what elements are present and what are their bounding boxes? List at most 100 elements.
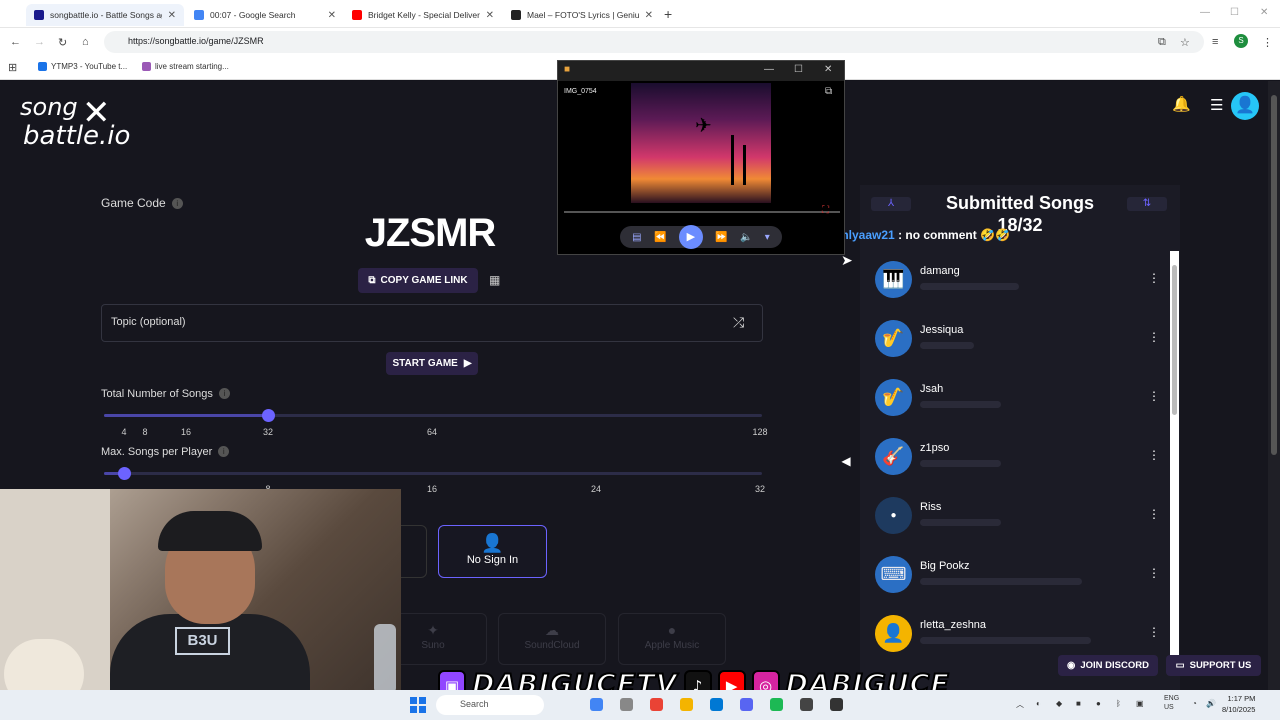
fullscreen-icon[interactable]: ⛶ bbox=[822, 205, 829, 216]
info-icon[interactable]: i bbox=[218, 446, 230, 457]
page-scrollbar[interactable] bbox=[1268, 81, 1280, 690]
total-songs-slider[interactable] bbox=[104, 409, 762, 422]
more-options-icon[interactable]: ⋮ bbox=[1148, 330, 1160, 344]
qr-code-icon[interactable]: ▦ bbox=[489, 273, 503, 287]
window-close-icon[interactable]: ✕ bbox=[1260, 7, 1268, 18]
close-icon[interactable]: ✕ bbox=[824, 64, 832, 75]
url-input[interactable]: https://songbattle.io/game/JZSMR bbox=[104, 31, 1204, 53]
tray-app-icon[interactable]: ■ bbox=[1076, 699, 1081, 708]
speaker-icon[interactable]: 🔊 bbox=[1206, 699, 1216, 708]
bookmark-star-icon[interactable]: ☆ bbox=[1180, 36, 1190, 49]
player-row[interactable]: ⌨ Big Pookz ⋮ bbox=[864, 542, 1168, 593]
info-icon[interactable]: i bbox=[218, 388, 230, 399]
join-discord-button[interactable]: ◉ JOIN DISCORD bbox=[1058, 655, 1158, 676]
new-tab-button[interactable]: + bbox=[664, 6, 672, 22]
info-icon[interactable]: i bbox=[171, 198, 183, 209]
service-soundcloud[interactable]: ☁ SoundCloud bbox=[498, 613, 606, 665]
language-indicator[interactable]: ENG US bbox=[1164, 694, 1179, 712]
app-icon[interactable] bbox=[650, 698, 663, 711]
player-row[interactable]: ● Riss ⋮ bbox=[864, 483, 1168, 534]
user-avatar-icon[interactable]: 👤 bbox=[1231, 92, 1259, 120]
more-options-icon[interactable]: ⋮ bbox=[1148, 507, 1160, 521]
tab-google-search[interactable]: 00:07 - Google Search ✕ bbox=[186, 4, 344, 26]
more-options-icon[interactable]: ⋮ bbox=[1148, 389, 1160, 403]
volume-icon[interactable]: 🔈 bbox=[740, 232, 752, 243]
system-clock[interactable]: 1:17 PM 8/10/2025 bbox=[1222, 693, 1255, 715]
media-player-titlebar[interactable]: ■ — ☐ ✕ bbox=[558, 61, 844, 81]
maximize-icon[interactable]: ☐ bbox=[1230, 7, 1239, 18]
edge-icon[interactable] bbox=[710, 698, 723, 711]
bookmark-ytmp3[interactable]: YTMP3 - YouTube t... bbox=[38, 62, 127, 71]
tray-app-icon[interactable]: ◆ bbox=[1056, 699, 1062, 708]
reload-icon[interactable]: ↻ bbox=[58, 36, 67, 49]
slider-handle[interactable] bbox=[262, 409, 275, 422]
tab-genius[interactable]: Mael – FOTO'S Lyrics | Genius L ✕ bbox=[503, 4, 661, 26]
tray-chevron-icon[interactable]: ︿ bbox=[1016, 699, 1024, 710]
app-icon[interactable] bbox=[830, 698, 843, 711]
close-icon[interactable]: ✕ bbox=[168, 10, 176, 21]
maximize-icon[interactable]: ☐ bbox=[794, 64, 803, 75]
tab-youtube[interactable]: Bridget Kelly - Special Delivery ✕ bbox=[344, 4, 502, 26]
no-sign-in-option[interactable]: 👤 No Sign In bbox=[438, 525, 547, 578]
forward-icon[interactable]: → bbox=[34, 36, 45, 48]
back-icon[interactable]: ← bbox=[10, 36, 21, 48]
minimize-icon[interactable]: — bbox=[764, 64, 774, 75]
menu-dots-icon[interactable]: ⋮ bbox=[1262, 36, 1273, 49]
close-icon[interactable]: ✕ bbox=[486, 10, 494, 21]
close-icon[interactable]: ✕ bbox=[328, 10, 336, 21]
chevron-down-icon[interactable]: ▾ bbox=[765, 232, 770, 243]
playlist-icon[interactable]: ▤ bbox=[632, 232, 641, 243]
tab-songbattle[interactable]: songbattle.io - Battle Songs ag ✕ bbox=[26, 4, 184, 26]
playlist-icon[interactable]: ≡ bbox=[1212, 36, 1218, 48]
player-row[interactable]: 🎷 Jsah ⋮ bbox=[864, 365, 1168, 416]
scrollbar-thumb[interactable] bbox=[1271, 95, 1277, 455]
media-player-window[interactable]: ■ — ☐ ✕ IMG_0754 ⧉ ✈ ⛶ ▤ ⏪ ▶ ⏩ 🔈 ▾ bbox=[557, 60, 845, 255]
signin-option-partial[interactable] bbox=[401, 525, 427, 578]
wifi-icon[interactable]: ◔ bbox=[1192, 699, 1197, 708]
topic-input[interactable]: Topic (optional) bbox=[101, 304, 763, 342]
support-us-button[interactable]: ▭ SUPPORT US bbox=[1166, 655, 1261, 676]
home-icon[interactable]: ⌂ bbox=[82, 36, 89, 48]
chrome-icon[interactable] bbox=[590, 698, 603, 711]
minimize-icon[interactable]: — bbox=[1200, 7, 1210, 18]
slider-handle[interactable] bbox=[118, 467, 131, 480]
player-row[interactable]: 🎷 Jessiqua ⋮ bbox=[864, 306, 1168, 357]
bell-icon[interactable]: 🔔 bbox=[1172, 95, 1191, 113]
file-explorer-icon[interactable] bbox=[680, 698, 693, 711]
close-icon[interactable]: ✕ bbox=[645, 10, 653, 21]
obs-icon[interactable] bbox=[800, 698, 813, 711]
shuffle-icon[interactable]: ⤮ bbox=[733, 314, 744, 331]
tray-app-icon[interactable]: ● bbox=[1096, 699, 1101, 708]
player-row[interactable]: 🎹 damang ⋮ bbox=[864, 247, 1168, 298]
bluetooth-icon[interactable]: ᛒ bbox=[1116, 699, 1121, 708]
service-apple-music[interactable]: ● Apple Music bbox=[618, 613, 726, 665]
songbattle-logo[interactable]: song battle.io ✕ bbox=[20, 93, 140, 151]
tray-app-icon[interactable]: ▣ bbox=[1136, 699, 1144, 708]
more-options-icon[interactable]: ⋮ bbox=[1148, 625, 1160, 639]
rewind-icon[interactable]: ⏪ bbox=[654, 232, 666, 243]
install-icon[interactable]: ⧉ bbox=[1158, 36, 1166, 49]
apps-grid-icon[interactable]: ⊞ bbox=[8, 61, 17, 74]
copy-game-link-button[interactable]: ⧉ COPY GAME LINK bbox=[358, 268, 478, 293]
media-seek-bar[interactable] bbox=[564, 211, 840, 213]
play-button[interactable]: ▶ bbox=[678, 225, 703, 249]
profile-avatar[interactable]: S bbox=[1234, 34, 1248, 48]
spotify-icon[interactable] bbox=[770, 698, 783, 711]
windows-start-icon[interactable] bbox=[410, 697, 426, 713]
player-row[interactable]: 👤 rletta_zeshna ⋮ bbox=[864, 601, 1168, 652]
list-scrollbar-thumb[interactable] bbox=[1172, 265, 1177, 415]
taskbar-search-input[interactable]: Search bbox=[436, 695, 544, 715]
bookmark-live-stream[interactable]: live stream starting... bbox=[142, 62, 229, 71]
fast-forward-icon[interactable]: ⏩ bbox=[715, 232, 727, 243]
more-options-icon[interactable]: ⋮ bbox=[1148, 566, 1160, 580]
settings-icon[interactable] bbox=[620, 698, 633, 711]
max-songs-slider[interactable] bbox=[104, 467, 762, 480]
discord-icon[interactable] bbox=[740, 698, 753, 711]
collapse-panel-button[interactable]: ◀ bbox=[836, 450, 856, 472]
tray-app-icon[interactable]: ◐ bbox=[1036, 699, 1041, 708]
pip-toggle-icon[interactable]: ⧉ bbox=[825, 86, 832, 97]
more-options-icon[interactable]: ⋮ bbox=[1148, 271, 1160, 285]
player-row[interactable]: 🎸 z1pso ⋮ bbox=[864, 424, 1168, 475]
hamburger-menu-icon[interactable]: ☰ bbox=[1210, 96, 1223, 114]
list-scrollbar[interactable] bbox=[1170, 251, 1179, 669]
